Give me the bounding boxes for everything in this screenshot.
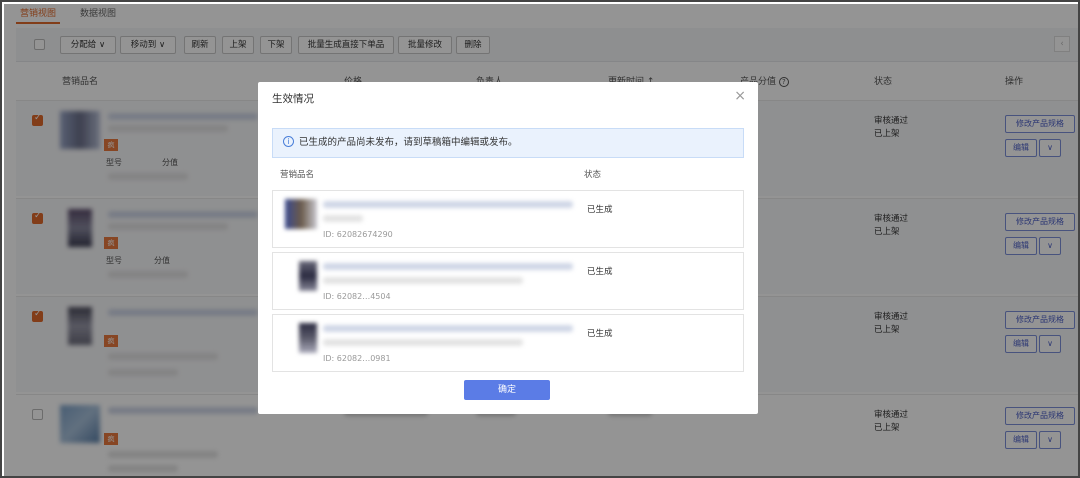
effect-status-dialog: 生效情况 × i 已生成的产品尚未发布，请到草稿箱中编辑或发布。 营销品名 状态 … <box>258 82 758 414</box>
close-icon[interactable]: × <box>734 89 746 103</box>
generate-status: 已生成 <box>587 329 613 339</box>
product-id: ID: 62082674290 <box>323 230 393 239</box>
product-thumbnail <box>285 199 317 229</box>
product-desc-blurred <box>323 339 523 346</box>
product-desc-blurred <box>323 277 523 284</box>
product-name-blurred <box>323 263 573 270</box>
product-name-blurred <box>323 201 573 208</box>
product-id: ID: 62082…0981 <box>323 354 391 363</box>
generate-status: 已生成 <box>587 267 613 277</box>
dialog-title: 生效情况 <box>272 93 314 105</box>
info-alert: i 已生成的产品尚未发布，请到草稿箱中编辑或发布。 <box>272 128 744 158</box>
product-desc-blurred <box>323 215 363 222</box>
generate-status: 已生成 <box>587 205 613 215</box>
confirm-button[interactable]: 确定 <box>464 380 550 400</box>
list-item: ID: 62082…4504 已生成 <box>272 252 744 310</box>
product-id: ID: 62082…4504 <box>323 292 391 301</box>
product-name-blurred <box>323 325 573 332</box>
dialog-col-name: 营销品名 <box>280 170 315 180</box>
product-thumbnail <box>299 261 317 291</box>
alert-text: 已生成的产品尚未发布，请到草稿箱中编辑或发布。 <box>299 137 518 148</box>
app-window: 营销视图 数据视图 分配给 ∨ 移动到 ∨ 刷新 上架 下架 批量生成直接下单品… <box>0 0 1080 478</box>
dialog-col-status: 状态 <box>584 170 602 180</box>
list-item: ID: 62082674290 已生成 <box>272 190 744 248</box>
list-item: ID: 62082…0981 已生成 <box>272 314 744 372</box>
product-thumbnail <box>299 323 317 353</box>
info-icon: i <box>283 136 294 147</box>
